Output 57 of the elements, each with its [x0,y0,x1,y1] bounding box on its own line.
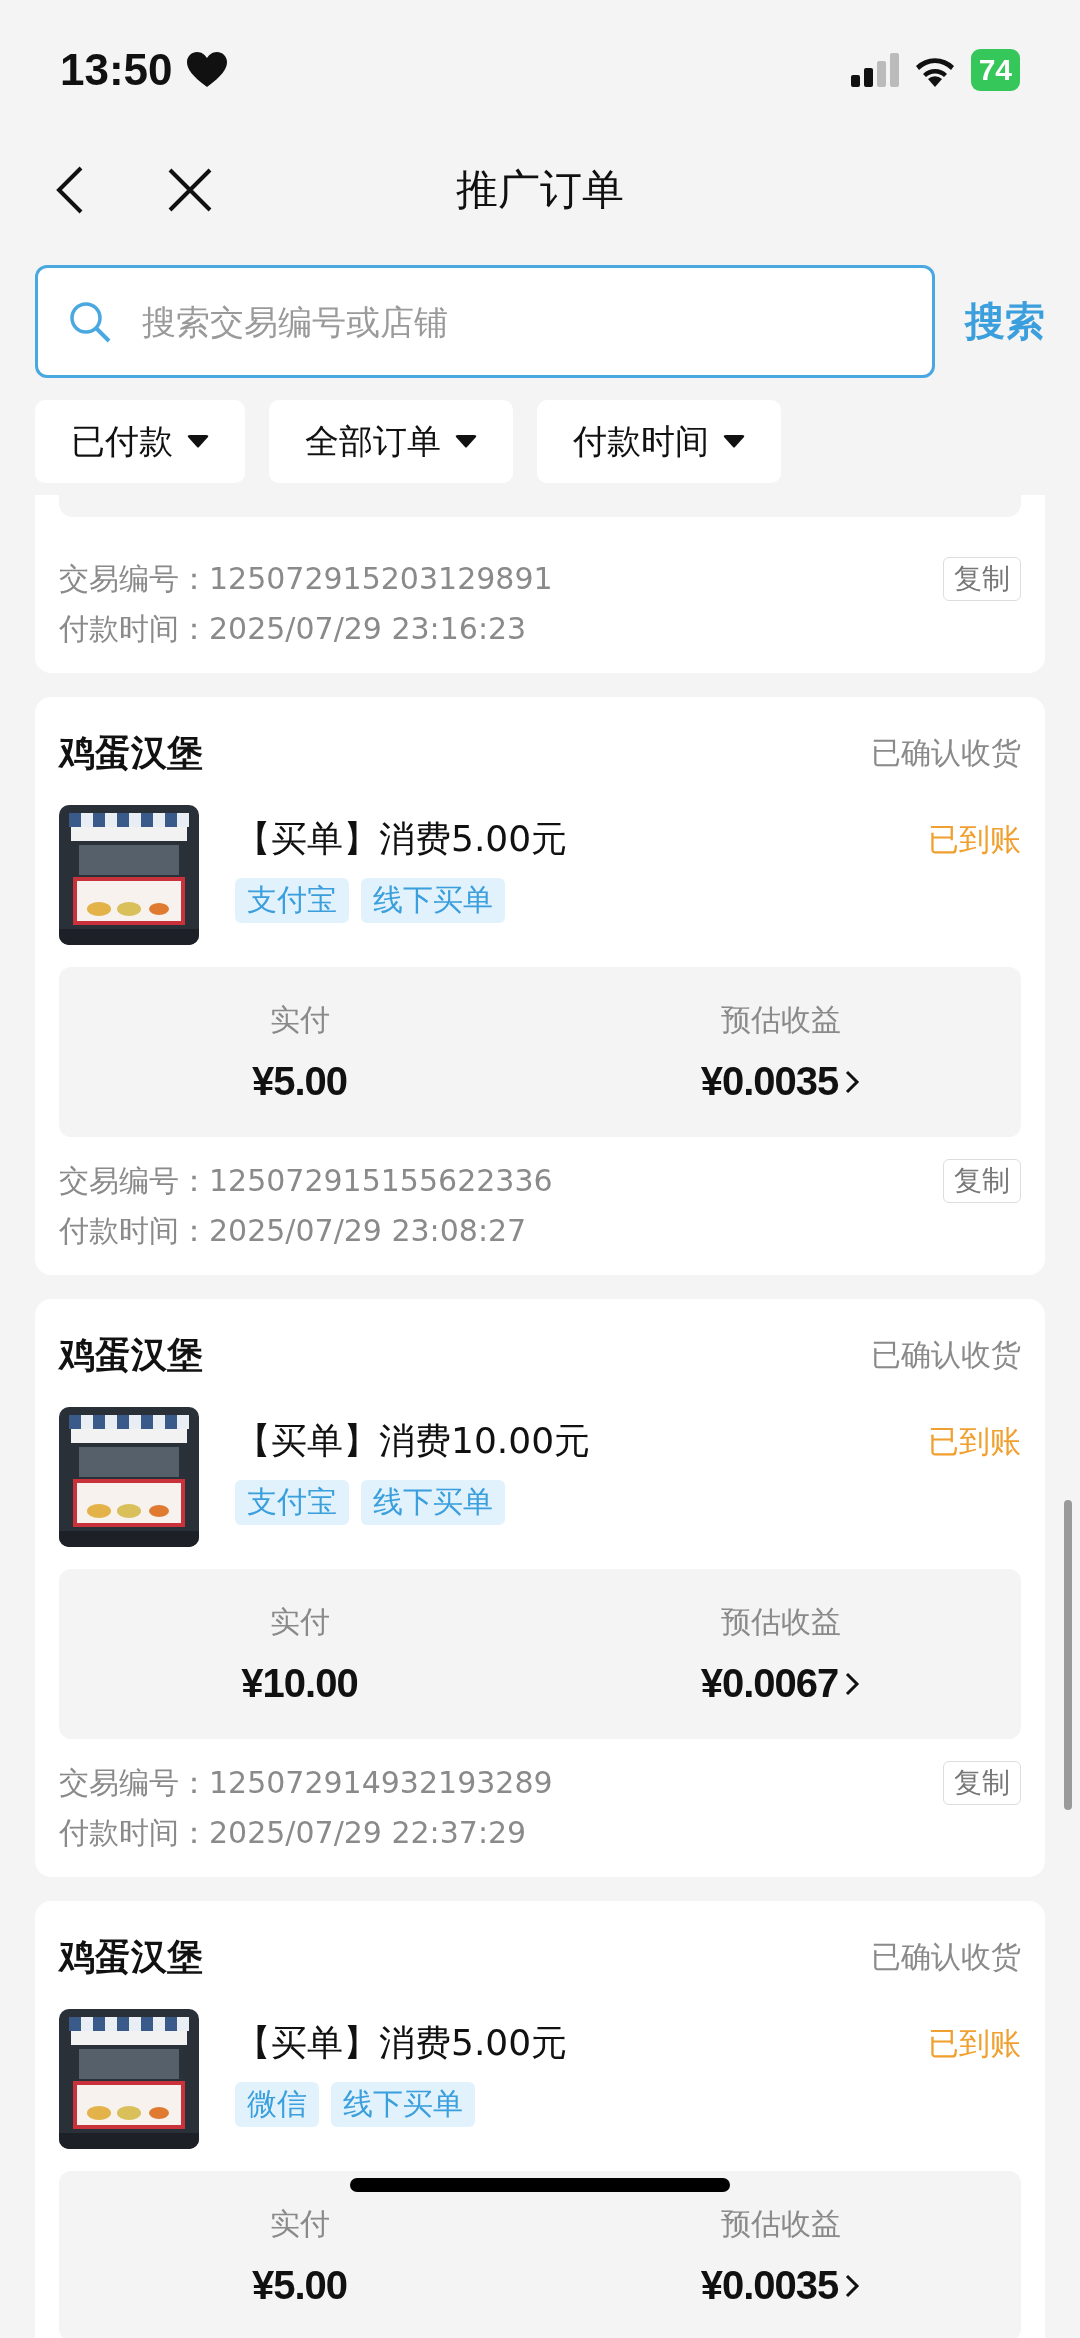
copy-button[interactable]: 复制 [943,1159,1021,1203]
stat-label: 实付 [269,1001,330,1039]
battery-level: 74 [970,49,1020,91]
income-amount: ¥0.0035 [700,2263,839,2308]
search-field[interactable]: 搜索交易编号或店铺 [35,265,935,378]
settlement-status: 已到账 [928,2023,1021,2063]
settlement-status: 已到账 [928,819,1021,859]
page-title: 推广订单 [456,164,624,216]
caret-icon [187,434,209,449]
shop-name: 鸡蛋汉堡 [59,1934,203,1979]
heart-icon [186,52,227,88]
filter-dropdown[interactable]: 付款时间 [537,400,781,483]
payment-time: 付款时间：2025/07/29 22:37:29 [59,1814,528,1852]
trade-number: 交易编号：125072915155622336 [59,1162,553,1200]
order-title: 【买单】消费5.00元 [235,2021,568,2065]
stat-label: 预估收益 [720,1603,841,1641]
trade-number: 交易编号：125072914932193289 [59,1764,553,1802]
chevron-right-icon[interactable] [844,1670,861,1697]
trade-number: 交易编号：125072915203129891 [59,560,553,598]
tag: 微信 [235,2082,319,2127]
tag: 线下买单 [361,1480,505,1525]
income-amount: ¥0.0067 [700,1661,839,1706]
caret-icon [455,434,477,449]
income-amount: ¥0.0035 [700,1059,839,1104]
status-time: 13:50 [60,45,173,95]
stat-label: 预估收益 [720,1001,841,1039]
settlement-status: 已到账 [928,1421,1021,1461]
order-status: 已确认收货 [871,733,1021,772]
payment-time: 付款时间：2025/07/29 23:16:23 [59,610,528,648]
order-status: 已确认收货 [871,1335,1021,1374]
search-button[interactable]: 搜索 [965,294,1045,349]
copy-button[interactable]: 复制 [943,1761,1021,1805]
search-input[interactable]: 搜索交易编号或店铺 [140,275,902,368]
copy-button[interactable]: 复制 [943,557,1021,601]
order-status: 已确认收货 [871,1937,1021,1976]
shop-name: 鸡蛋汉堡 [59,1332,203,1377]
order-title: 【买单】消费10.00元 [235,1419,591,1463]
filter-dropdown[interactable]: 已付款 [35,400,245,483]
chevron-right-icon[interactable] [844,2272,861,2299]
shop-name: 鸡蛋汉堡 [59,730,203,775]
tag: 支付宝 [235,1480,349,1525]
stat-label: 预估收益 [720,2205,841,2243]
order-title: 【买单】消费5.00元 [235,817,568,861]
paid-amount: ¥10.00 [241,1661,358,1706]
tag: 线下买单 [331,2082,475,2127]
paid-amount: ¥5.00 [251,1059,348,1104]
chevron-right-icon[interactable] [844,1068,861,1095]
caret-icon [723,434,745,449]
stat-label: 实付 [269,2205,330,2243]
paid-amount: ¥5.00 [251,2263,348,2308]
filter-dropdown[interactable]: 全部订单 [269,400,513,483]
stat-label: 实付 [269,1603,330,1641]
signal-icon [850,53,899,87]
tag: 线下买单 [361,878,505,923]
tag: 支付宝 [235,878,349,923]
payment-time: 付款时间：2025/07/29 23:08:27 [59,1212,528,1250]
search-icon [68,299,112,344]
